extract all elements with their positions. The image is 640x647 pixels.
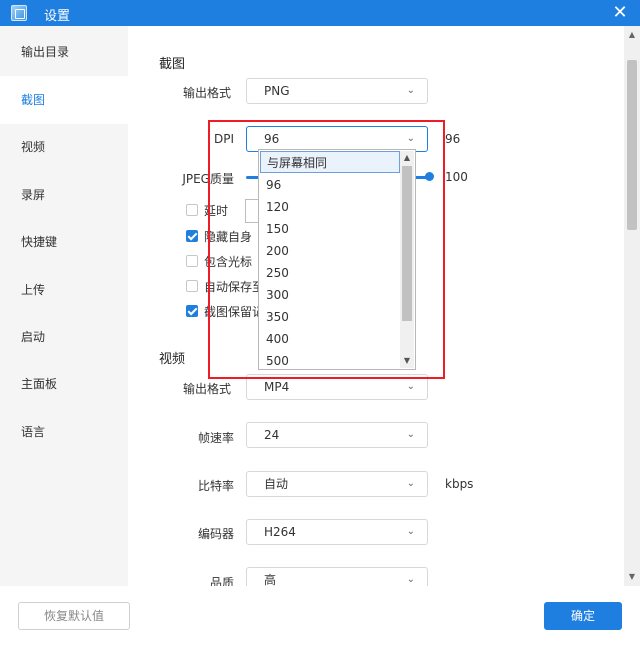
output-format-value: PNG — [264, 84, 290, 98]
chevron-down-icon: ⌄ — [406, 526, 415, 537]
content-scroll-thumb[interactable] — [627, 60, 637, 230]
frame-rate-label: 帧速率 — [197, 431, 234, 445]
title-bar: 设置 ✕ — [0, 0, 640, 26]
output-format-select[interactable]: PNG ⌄ — [246, 78, 428, 104]
dpi-option[interactable]: 120 — [260, 196, 400, 218]
sidebar-item-output-directory[interactable]: 输出目录 — [0, 28, 128, 76]
jpeg-quality-value: 100 — [445, 170, 468, 184]
dpi-value-display: 96 — [445, 132, 461, 146]
jpeg-quality-label: JPEG质量 — [182, 172, 234, 186]
bitrate-label: 比特率 — [197, 479, 234, 493]
ok-button[interactable]: 确定 — [544, 602, 622, 630]
chevron-down-icon: ⌄ — [406, 133, 415, 144]
dpi-dropdown-list: 与屏幕相同 96 120 150 200 250 300 350 400 500… — [258, 149, 416, 370]
encoder-label: 编码器 — [197, 527, 234, 541]
keep-history-label: 截图保留记 — [204, 305, 265, 319]
sidebar-item-main-panel[interactable]: 主面板 — [0, 360, 128, 408]
video-format-select[interactable]: MP4 ⌄ — [246, 374, 428, 400]
auto-save-label: 自动保存至 — [204, 280, 265, 294]
video-format-label: 输出格式 — [182, 382, 231, 396]
video-format-value: MP4 — [264, 380, 290, 394]
include-cursor-label: 包含光标 — [204, 255, 253, 269]
encoder-select[interactable]: H264 ⌄ — [246, 519, 428, 545]
hide-self-checkbox[interactable] — [186, 230, 198, 242]
dpi-option[interactable]: 150 — [260, 218, 400, 240]
bitrate-unit: kbps — [445, 477, 474, 491]
chevron-down-icon: ⌄ — [406, 478, 415, 489]
output-format-label: 输出格式 — [182, 86, 231, 100]
hide-self-label: 隐藏自身 — [204, 230, 253, 244]
dpi-option[interactable]: 300 — [260, 284, 400, 306]
delay-checkbox[interactable] — [186, 204, 198, 216]
bitrate-value: 自动 — [264, 477, 289, 491]
sidebar-item-language[interactable]: 语言 — [0, 408, 128, 456]
dropdown-scrollbar[interactable]: ▲ ▼ — [400, 151, 414, 368]
dpi-option[interactable]: 500 — [260, 350, 400, 372]
dpi-option[interactable]: 250 — [260, 262, 400, 284]
sidebar-item-screenshot[interactable]: 截图 — [0, 76, 128, 124]
bitrate-select[interactable]: 自动 ⌄ — [246, 471, 428, 497]
dropdown-scroll-thumb[interactable] — [402, 166, 412, 321]
close-icon[interactable]: ✕ — [610, 3, 630, 23]
sidebar-item-screen-recording[interactable]: 录屏 — [0, 171, 128, 219]
jpeg-quality-slider-handle[interactable] — [425, 172, 434, 181]
sidebar-item-video[interactable]: 视频 — [0, 123, 128, 171]
chevron-down-icon: ⌄ — [406, 574, 415, 585]
scroll-up-icon[interactable]: ▲ — [400, 151, 414, 165]
window-title: 设置 — [44, 9, 71, 24]
dpi-option[interactable]: 200 — [260, 240, 400, 262]
dpi-option[interactable]: 96 — [260, 174, 400, 196]
scroll-down-icon[interactable]: ▼ — [400, 354, 414, 368]
frame-rate-select[interactable]: 24 ⌄ — [246, 422, 428, 448]
sidebar: 输出目录 截图 视频 录屏 快捷键 上传 启动 主面板 语言 — [0, 26, 128, 586]
encoder-value: H264 — [264, 525, 296, 539]
dpi-option[interactable]: 350 — [260, 306, 400, 328]
dpi-option[interactable]: 400 — [260, 328, 400, 350]
frame-rate-value: 24 — [264, 428, 280, 442]
dpi-label: DPI — [213, 132, 234, 146]
chevron-down-icon: ⌄ — [406, 381, 415, 392]
scroll-down-icon[interactable]: ▼ — [624, 570, 640, 584]
quality-value: 高 — [264, 573, 277, 586]
chevron-down-icon: ⌄ — [406, 429, 415, 440]
app-icon — [11, 5, 27, 21]
sidebar-item-hotkeys[interactable]: 快捷键 — [0, 218, 128, 266]
content-scrollbar[interactable]: ▲ ▼ — [624, 26, 640, 586]
sidebar-item-startup[interactable]: 启动 — [0, 313, 128, 361]
sidebar-item-upload[interactable]: 上传 — [0, 266, 128, 314]
dpi-value: 96 — [264, 132, 280, 146]
auto-save-checkbox[interactable] — [186, 280, 198, 292]
chevron-down-icon: ⌄ — [406, 85, 415, 96]
video-section-title: 视频 — [159, 352, 186, 367]
keep-history-checkbox[interactable] — [186, 305, 198, 317]
footer: 恢复默认值 确定 — [0, 586, 640, 647]
quality-label: 品质 — [209, 576, 234, 586]
reset-defaults-button[interactable]: 恢复默认值 — [18, 602, 130, 630]
screenshot-section-title: 截图 — [159, 57, 186, 72]
quality-select[interactable]: 高 ⌄ — [246, 567, 428, 586]
dpi-option[interactable]: 与屏幕相同 — [260, 151, 400, 173]
delay-label: 延时 — [204, 204, 229, 218]
include-cursor-checkbox[interactable] — [186, 255, 198, 267]
scroll-up-icon[interactable]: ▲ — [624, 28, 640, 42]
